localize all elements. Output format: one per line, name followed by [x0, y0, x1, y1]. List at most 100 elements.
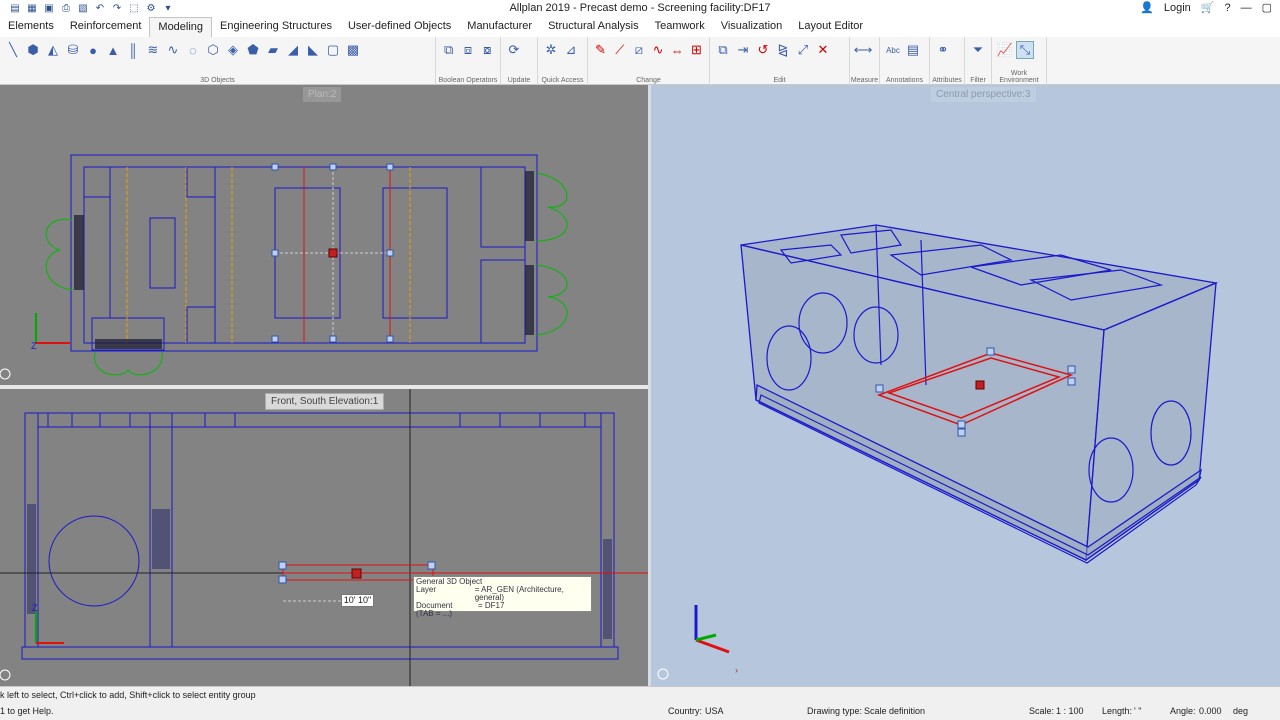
ribbon-group-annotations: Abc ▤ Annotations	[880, 37, 930, 85]
ribbon-group-measure: ⟷ Measure	[850, 37, 880, 85]
minimize-button[interactable]: —	[1241, 2, 1252, 14]
country-label: Country:	[668, 706, 703, 716]
user-icon[interactable]: 👤	[1140, 1, 1154, 14]
login-link[interactable]: Login	[1164, 2, 1191, 14]
ribbon-group-boolean: ⧉ ⧈ ⧇ Boolean Operators	[436, 37, 501, 85]
tooltip-document-value: = DF17	[478, 601, 505, 610]
tab-layout-editor[interactable]: Layout Editor	[790, 17, 871, 37]
group-name-edit: Edit	[773, 77, 786, 84]
length-label: Length:	[1102, 706, 1133, 716]
rotate-icon[interactable]: ↺	[754, 41, 772, 59]
text-icon[interactable]: Abc	[884, 41, 902, 59]
slab-icon[interactable]: ▰	[264, 41, 282, 59]
tooltip-layer-key: Layer	[416, 585, 437, 594]
title-bar: ▤ ▦ ▣ ⎙ ▧ ↶ ↷ ⬚ ⚙ ▾ Allplan 2019 - Preca…	[0, 0, 1280, 17]
group-name-quick-access: Quick Access	[541, 77, 584, 84]
cart-icon[interactable]: 🛒	[1201, 1, 1215, 14]
copy-icon[interactable]: ⧉	[714, 41, 732, 59]
svg-text:Z: Z	[31, 341, 37, 351]
group-name-work-environment: Work Environment	[999, 70, 1039, 84]
plan-viewport[interactable]: Plan:2 Z	[0, 85, 648, 385]
shell-icon[interactable]: ▢	[324, 41, 342, 59]
modify-curve-icon[interactable]: ∿	[650, 41, 667, 59]
group-name-change: Change	[636, 77, 661, 84]
scale-icon[interactable]: ⤢	[794, 41, 812, 59]
sweep-icon[interactable]: ◈	[224, 41, 242, 59]
front-elevation-drawing: Z	[0, 389, 648, 686]
drawing-type-value[interactable]: Scale definition	[864, 706, 925, 716]
view-icon[interactable]: ⤡	[1016, 41, 1034, 59]
box-icon[interactable]: ⬢	[24, 41, 42, 59]
surface-icon[interactable]: ≋	[144, 41, 162, 59]
measure-icon[interactable]: ⟷	[854, 41, 873, 59]
intersect-icon[interactable]: ⧇	[479, 41, 496, 59]
split-icon[interactable]: ⧄	[630, 41, 647, 59]
label-icon[interactable]: ▤	[904, 41, 922, 59]
loft-icon[interactable]: ⬟	[244, 41, 262, 59]
union-icon[interactable]: ⧉	[440, 41, 457, 59]
sphere-icon[interactable]: ●	[84, 41, 102, 59]
fillet-icon[interactable]: ◢	[284, 41, 302, 59]
perspective-viewport[interactable]: Central perspective:3 ›	[648, 85, 1280, 686]
wedge-icon[interactable]: ◭	[44, 41, 62, 59]
join-icon[interactable]: ⊞	[688, 41, 705, 59]
svg-text:Z: Z	[32, 603, 38, 613]
tab-structural-analysis[interactable]: Structural Analysis	[540, 17, 646, 37]
ribbon-group-quick-access: ✲ ⊿ Quick Access	[538, 37, 588, 85]
attributes-icon[interactable]: ⚭	[934, 41, 952, 59]
tooltip-layer-value: = AR_GEN (Architecture, general)	[474, 585, 564, 602]
bar-icon[interactable]: ║	[124, 41, 142, 59]
scale-label: Scale:	[1029, 706, 1055, 716]
plan-drawing: Z	[0, 154, 568, 380]
line-icon[interactable]: ╲	[4, 41, 22, 59]
measure-tool-icon[interactable]: ⊿	[562, 41, 580, 59]
tab-visualization[interactable]: Visualization	[713, 17, 791, 37]
tab-reinforcement[interactable]: Reinforcement	[62, 17, 150, 37]
ribbon-group-attributes: ⚭ Attributes	[930, 37, 965, 85]
country-value[interactable]: USA	[705, 706, 724, 716]
tab-teamwork[interactable]: Teamwork	[647, 17, 713, 37]
ribbon-group-update: ⟳ Update	[501, 37, 538, 85]
subtract-icon[interactable]: ⧈	[459, 41, 476, 59]
tab-manufacturer[interactable]: Manufacturer	[459, 17, 540, 37]
group-name-boolean: Boolean Operators	[438, 77, 498, 84]
prompt-bar: k left to select, Ctrl+click to add, Shi…	[0, 686, 1280, 704]
length-value[interactable]: ' "	[1134, 706, 1141, 716]
update-icon[interactable]: ⟳	[505, 41, 523, 59]
dimension-input[interactable]: 10' 10"	[341, 594, 374, 607]
tab-user-defined-objects[interactable]: User-defined Objects	[340, 17, 459, 37]
tab-elements[interactable]: Elements	[0, 17, 62, 37]
stretch-icon[interactable]: ⇔	[669, 41, 686, 59]
trim-icon[interactable]: ⟋	[611, 41, 628, 59]
svg-text:›: ›	[735, 665, 738, 675]
chamfer-icon[interactable]: ◣	[304, 41, 322, 59]
angle-unit[interactable]: deg	[1233, 706, 1248, 716]
scale-value[interactable]: 1 : 100	[1056, 706, 1084, 716]
spline-icon[interactable]: ∿	[164, 41, 182, 59]
revolve-icon[interactable]: ◌	[184, 41, 202, 59]
chart-icon[interactable]: 📈	[996, 41, 1014, 59]
tab-engineering-structures[interactable]: Engineering Structures	[212, 17, 340, 37]
front-elevation-viewport[interactable]: Front, South Elevation:1 Z	[0, 385, 648, 686]
maximize-button[interactable]: ▢	[1262, 1, 1272, 14]
cone-icon[interactable]: ▲	[104, 41, 122, 59]
tab-modeling[interactable]: Modeling	[149, 17, 213, 37]
cylinder-icon[interactable]: ⛁	[64, 41, 82, 59]
group-name-filter: Filter	[970, 77, 986, 84]
delete-icon[interactable]: ✕	[814, 41, 832, 59]
extrude-icon[interactable]: ⬡	[204, 41, 222, 59]
eraser-icon[interactable]: ✎	[592, 41, 609, 59]
move-icon[interactable]: ⇥	[734, 41, 752, 59]
ribbon-group-change: ✎ ⟋ ⧄ ∿ ⇔ ⊞ Change	[588, 37, 710, 85]
filter-icon[interactable]: ⏷	[969, 41, 987, 59]
mirror-icon[interactable]: ⧎	[774, 41, 792, 59]
viewport-area: Plan:2 Z Front, South Elevation:1 Z Cent…	[0, 85, 1280, 686]
snap-icon[interactable]: ✲	[542, 41, 560, 59]
mesh-icon[interactable]: ▩	[344, 41, 362, 59]
help-icon[interactable]: ?	[1224, 2, 1230, 14]
angle-label: Angle:	[1170, 706, 1196, 716]
angle-value[interactable]: 0.000	[1199, 706, 1222, 716]
group-name-attributes: Attributes	[932, 77, 962, 84]
group-name-annotations: Annotations	[886, 77, 923, 84]
tooltip-tab-hint: (TAB = ...)	[416, 609, 453, 618]
